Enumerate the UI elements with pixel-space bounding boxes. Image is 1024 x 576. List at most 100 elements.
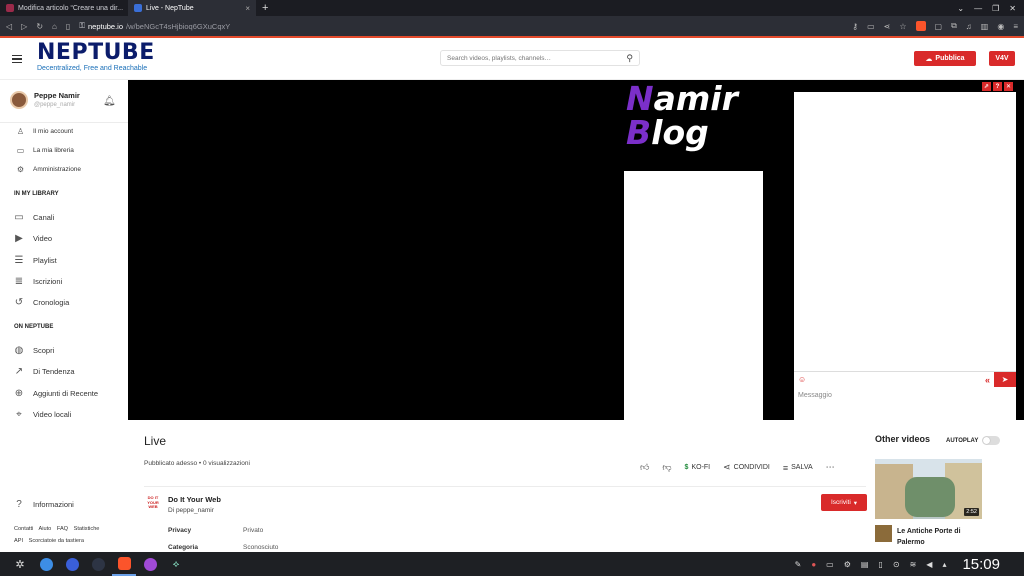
forward-icon[interactable]: ▷: [21, 22, 27, 31]
clock[interactable]: 15:09: [962, 556, 1000, 573]
clipboard-icon[interactable]: ▯: [878, 560, 882, 569]
app-icon[interactable]: [60, 552, 84, 576]
address-bar[interactable]: ⚿ neptube.io/w/beNGcT4sHjbioq6GXuCqxY: [79, 21, 230, 31]
playlist-icon: ☰: [14, 254, 24, 266]
terminal-icon[interactable]: ⟡: [164, 552, 188, 576]
user-handle: @peppe_namir: [34, 102, 76, 108]
related-video-title[interactable]: Le Antiche Porte di Palermo: [897, 526, 977, 548]
wifi-icon[interactable]: ≋: [910, 560, 917, 569]
sidebar-item-my-library[interactable]: ▭ La mia libreria: [0, 141, 128, 160]
restore-icon[interactable]: ❐: [992, 4, 999, 13]
related-video-thumbnail[interactable]: 2:52: [875, 459, 982, 519]
chat-message-input[interactable]: Messaggio: [794, 387, 1016, 420]
app-icon[interactable]: [34, 552, 58, 576]
home-icon[interactable]: ⌂: [52, 22, 57, 31]
info-value[interactable]: Sconosciuto: [243, 544, 278, 551]
info-row-privacy: Privacy Privato: [168, 527, 263, 534]
sidebar-item-administration[interactable]: ⚙ Amministrazione: [0, 160, 128, 179]
hamburger-menu-icon[interactable]: [12, 55, 22, 63]
minimize-icon[interactable]: —: [974, 4, 982, 13]
pen-icon[interactable]: ✎: [795, 560, 802, 569]
reload-icon[interactable]: ↻: [36, 22, 43, 31]
profile-icon[interactable]: ◉: [997, 22, 1004, 31]
share-icon[interactable]: ⋖: [884, 22, 891, 31]
sidebar-item-my-account[interactable]: ♙ Il mio account: [0, 122, 128, 141]
back-icon[interactable]: ◁: [6, 22, 12, 31]
window-icon[interactable]: ▭: [826, 560, 834, 569]
footer-link-api[interactable]: API: [14, 538, 23, 544]
app-launcher-icon[interactable]: ✲: [8, 552, 32, 576]
sidebar-item-history[interactable]: ↺ Cronologia: [0, 292, 128, 313]
autoplay-toggle[interactable]: [982, 436, 1001, 445]
emoji-icon[interactable]: ☺: [798, 375, 806, 384]
v4v-button[interactable]: V4V: [989, 51, 1015, 66]
app-icon[interactable]: [138, 552, 162, 576]
browser-tab-wordpress[interactable]: Modifica articolo “Creare una dir...: [0, 0, 128, 16]
user-card[interactable]: Peppe Namir @peppe_namir: [10, 91, 80, 109]
library-menu: ▭ Canali ▶ Video ☰ Playlist ≣ Iscrizioni…: [0, 207, 128, 313]
menu-icon[interactable]: ≡: [1013, 22, 1018, 31]
sidebar-item-info[interactable]: ? Informazioni: [0, 494, 128, 515]
bookmark-star-icon[interactable]: ☆: [899, 22, 906, 31]
bookmark-icon[interactable]: ▯: [66, 22, 70, 31]
cast-icon[interactable]: ▭: [867, 22, 875, 31]
save-button[interactable]: ≡ SALVA: [783, 463, 813, 473]
kofi-button[interactable]: $ KO-FI: [685, 464, 711, 471]
sidebar-item-videos[interactable]: ▶ Video: [0, 228, 128, 249]
brave-shield-icon[interactable]: [915, 21, 926, 31]
sidebar-item-trending[interactable]: ↗ Di Tendenza: [0, 361, 128, 382]
search-input[interactable]: [447, 54, 627, 62]
sidebar-item-channels[interactable]: ▭ Canali: [0, 207, 128, 228]
sidebar-item-local-videos[interactable]: ⌖ Video locali: [0, 404, 128, 425]
footer-link-stats[interactable]: Statistiche: [74, 526, 100, 532]
notifications-bell-icon[interactable]: 🔔︎: [103, 96, 116, 107]
send-icon[interactable]: ➤: [994, 371, 1016, 388]
sidebar-item-recently-added[interactable]: ⊕ Aggiunti di Recente: [0, 383, 128, 404]
share-button[interactable]: ⋖ CONDIVIDI: [723, 462, 770, 473]
sidebar-item-playlist[interactable]: ☰ Playlist: [0, 250, 128, 271]
search-icon[interactable]: ⚲: [626, 53, 633, 64]
help-icon[interactable]: ?: [993, 82, 1002, 91]
settings-icon[interactable]: ⚙: [844, 560, 851, 569]
close-chat-icon[interactable]: ✕: [1004, 82, 1013, 91]
app-icon[interactable]: [86, 552, 110, 576]
media-icon[interactable]: ⊙: [893, 560, 900, 569]
key-icon[interactable]: ⚷: [852, 22, 858, 31]
sidebar-item-discover[interactable]: ◍ Scopri: [0, 340, 128, 361]
like-button[interactable]: 👍︎: [640, 462, 649, 473]
footer-link-contacts[interactable]: Contatti: [14, 526, 33, 532]
publish-button[interactable]: ☁ Pubblica: [914, 51, 976, 66]
search-box[interactable]: ⚲: [440, 50, 640, 66]
sidebar-item-label: Canali: [33, 213, 55, 223]
video-player[interactable]: Namir Blog ⇗ ? ✕ ☺ « ➤ Messaggio: [128, 80, 1024, 421]
tab-search-icon[interactable]: ⌄: [957, 4, 964, 13]
wallet-icon[interactable]: ▢: [935, 22, 943, 31]
tray-expand-icon[interactable]: ▴: [942, 560, 946, 569]
related-channel-avatar[interactable]: [875, 525, 892, 542]
popout-icon[interactable]: ⇗: [982, 82, 991, 91]
channel-logo[interactable]: DO IT YOUR WEB: [146, 495, 160, 510]
close-tab-icon[interactable]: ×: [245, 4, 250, 13]
more-button[interactable]: ⋯: [826, 462, 835, 473]
folder-icon[interactable]: ▤: [861, 560, 869, 569]
subscribe-button[interactable]: Iscriviti ▾: [821, 494, 867, 511]
close-window-icon[interactable]: ✕: [1009, 4, 1016, 13]
footer-link-faq[interactable]: FAQ: [57, 526, 68, 532]
dislike-button[interactable]: 👎︎: [662, 462, 671, 473]
sidebar-item-subscriptions[interactable]: ≣ Iscrizioni: [0, 271, 128, 292]
channel-owner[interactable]: Di peppe_namir: [168, 507, 214, 514]
channel-name[interactable]: Do It Your Web: [168, 495, 221, 504]
collapse-icon[interactable]: «: [985, 375, 990, 385]
new-tab-button[interactable]: +: [256, 0, 274, 16]
window-controls: ⌄ — ❐ ✕: [957, 0, 1024, 16]
volume-icon[interactable]: ◀: [926, 560, 932, 569]
footer-link-help[interactable]: Aiuto: [39, 526, 52, 532]
footer-link-shortcuts[interactable]: Scorciatoie da tastiera: [29, 538, 84, 544]
brave-browser-icon[interactable]: [112, 552, 136, 576]
neptube-logo[interactable]: NEPTUBE Decentralized, Free and Reachabl…: [37, 42, 155, 73]
browser-tab-neptube[interactable]: Live - NepTube ×: [128, 0, 256, 16]
music-icon[interactable]: ♫: [966, 22, 972, 31]
record-icon[interactable]: ●: [811, 560, 816, 569]
sidebar-toggle-icon[interactable]: ▥: [981, 22, 989, 31]
extensions-icon[interactable]: ⧉: [951, 21, 957, 31]
